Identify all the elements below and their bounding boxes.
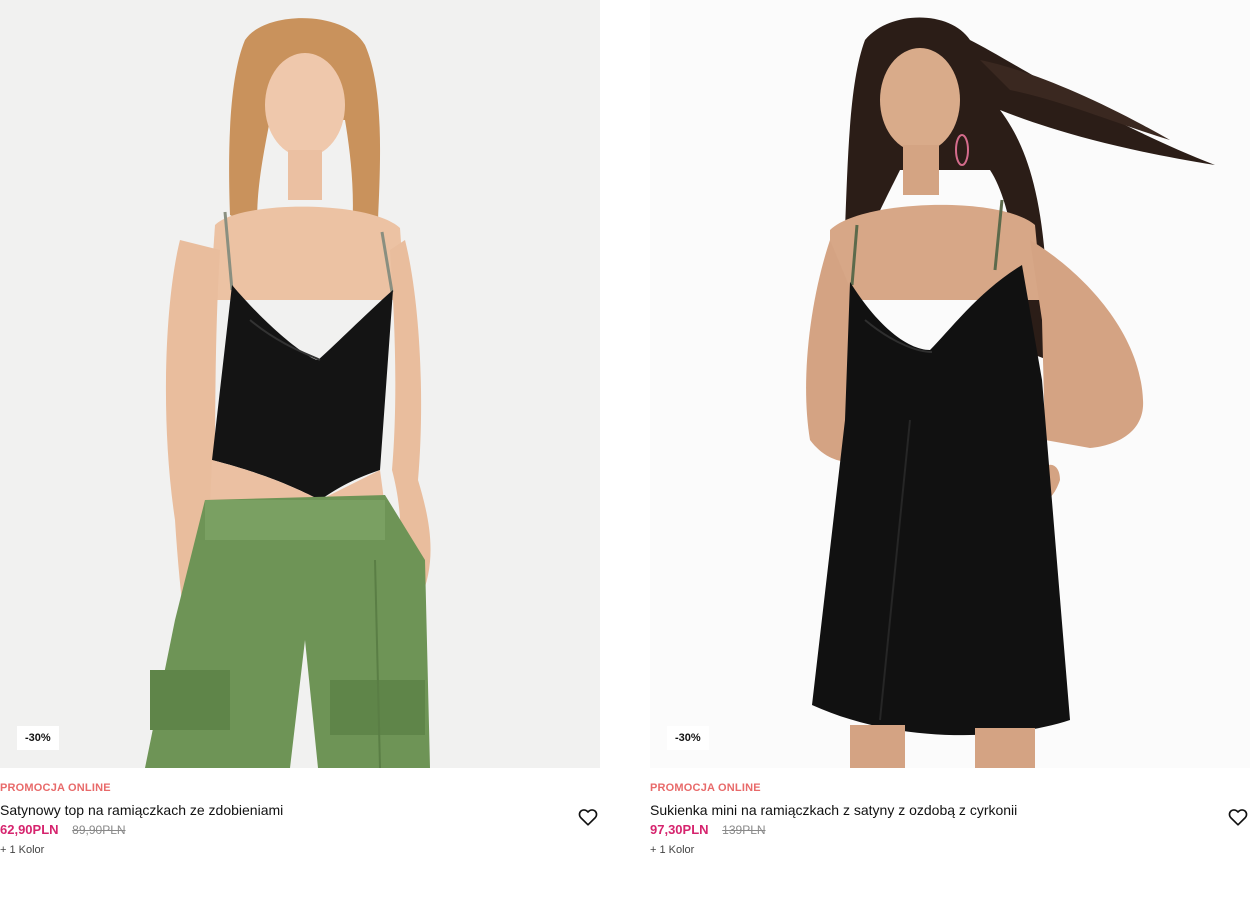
product-title[interactable]: Satynowy top na ramiączkach ze zdobienia…: [0, 802, 283, 818]
product-card: -30% PROMOCJA ONLINE Sukienka mini na ra…: [650, 0, 1250, 902]
discount-badge: -30%: [17, 726, 59, 750]
sale-price: 97,30PLN: [650, 822, 709, 837]
promo-label: PROMOCJA ONLINE: [650, 782, 761, 794]
wishlist-button[interactable]: [1227, 806, 1249, 828]
product-card: -30% PROMOCJA ONLINE Satynowy top na ram…: [0, 0, 600, 902]
wishlist-button[interactable]: [577, 806, 599, 828]
discount-badge: -30%: [667, 726, 709, 750]
product-image[interactable]: -30%: [650, 0, 1250, 768]
color-count[interactable]: + 1 Kolor: [0, 844, 44, 856]
product-title[interactable]: Sukienka mini na ramiączkach z satyny z …: [650, 802, 1017, 818]
promo-label: PROMOCJA ONLINE: [0, 782, 111, 794]
original-price: 139PLN: [722, 823, 766, 837]
sale-price: 62,90PLN: [0, 822, 59, 837]
color-count[interactable]: + 1 Kolor: [650, 844, 694, 856]
product-photo-top: [145, 18, 431, 768]
heart-icon: [578, 809, 598, 826]
product-image[interactable]: -30%: [0, 0, 600, 768]
product-grid: -30% PROMOCJA ONLINE Satynowy top na ram…: [0, 0, 1250, 902]
product-photo-dress: [806, 17, 1215, 768]
original-price: 89,90PLN: [72, 823, 126, 837]
product-prices: 62,90PLN 89,90PLN: [0, 822, 126, 837]
product-prices: 97,30PLN 139PLN: [650, 822, 766, 837]
heart-icon: [1228, 809, 1248, 826]
